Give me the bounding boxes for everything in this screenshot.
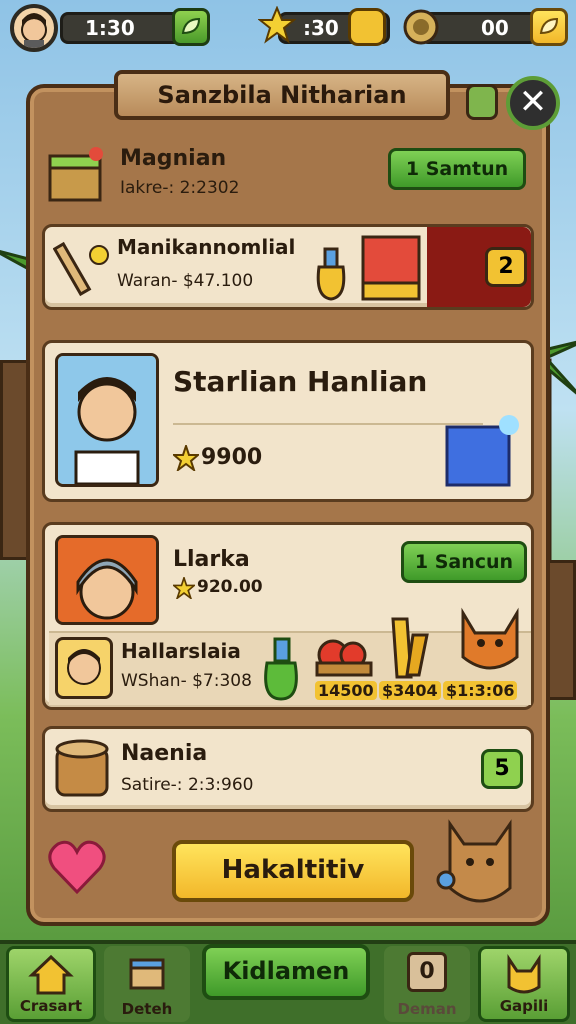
leaf-icon: [539, 17, 559, 35]
star-icon: [258, 6, 296, 44]
price-tag: 14500: [315, 681, 377, 700]
list-item: Magnian Iakre-: 2:2302 1 Samtun: [42, 140, 534, 210]
panel-title: Sanzbila Nitharian: [114, 70, 450, 120]
item-title: Naenia: [121, 741, 208, 766]
nav-item-gapili[interactable]: Gapili: [478, 946, 570, 1022]
fox-icon: [461, 607, 519, 670]
item-subtitle: Waran- $47.100: [117, 271, 254, 291]
star-icon: [173, 577, 195, 599]
hut-right: [546, 560, 576, 700]
gold-bars-icon: [391, 617, 429, 679]
resource-1-value: 1:30: [85, 16, 135, 40]
resource-3-add-button[interactable]: [530, 8, 568, 46]
heart-icon[interactable]: [46, 836, 108, 898]
top-bar: 1:30 :30 00: [8, 4, 568, 52]
house-icon: [28, 954, 74, 995]
price-tag: $3404: [379, 681, 441, 700]
resource-2-value: :30: [303, 16, 339, 40]
item-subtitle: WShan- $7:308: [121, 671, 252, 691]
divider: [173, 423, 483, 425]
claim-button[interactable]: 1 Sancun: [401, 541, 527, 583]
green-potion-icon: [264, 637, 298, 701]
count-badge: 5: [481, 749, 523, 789]
nav-item-kidlamen[interactable]: Kidlamen: [202, 944, 370, 1000]
nav-label: Gapili: [499, 997, 549, 1015]
featured-title: Starlian Hanlian: [173, 365, 428, 398]
item-title: Llarka: [173, 547, 250, 572]
deman-count-badge: 0: [407, 952, 447, 992]
mascot-dog-icon: [436, 819, 512, 903]
item-title: Hallarslaia: [121, 639, 241, 663]
count-badge: 2: [485, 247, 527, 287]
featured-value: 9900: [201, 445, 263, 470]
nav-item-deteh[interactable]: Deteh: [104, 946, 190, 1022]
player-avatar[interactable]: [10, 4, 58, 52]
star-icon: [173, 445, 199, 471]
potion-icon: [316, 247, 346, 301]
group-avatar: [55, 535, 159, 625]
resource-1-add-button[interactable]: [172, 8, 210, 46]
snack-pack-icon: [361, 235, 421, 301]
cake-icon: [129, 958, 165, 990]
fruit-bowl-icon: [315, 639, 373, 677]
nav-item-home[interactable]: Crasart: [6, 946, 96, 1022]
featured-card: Starlian Hanlian 9900: [42, 340, 534, 502]
list-item: Manikannomlial Waran- $47.100 2: [42, 224, 534, 310]
featured-avatar: [55, 353, 159, 487]
nav-item-deman[interactable]: 0 Deman: [384, 946, 470, 1022]
item-value: 920.00: [197, 577, 263, 597]
group-card: Llarka 920.00 1 Sancun Hallarslaia WShan…: [42, 522, 534, 710]
bat-icon: [53, 241, 109, 297]
resource-3-value: 00: [481, 16, 509, 40]
item-subtitle: Iakre-: 2:2302: [120, 178, 240, 198]
item-title: Manikannomlial: [117, 235, 296, 259]
barrel-icon: [55, 739, 109, 797]
primary-action-button[interactable]: Hakaltitiv: [172, 840, 414, 902]
treasure-box-icon: [48, 147, 103, 202]
nav-label: Deman: [397, 1000, 457, 1018]
list-item: Naenia Satire-: 2:3:960 5: [42, 726, 534, 812]
ring-icon: [403, 9, 439, 45]
item-title: Magnian: [120, 146, 227, 171]
close-button[interactable]: ✕: [506, 76, 560, 130]
leaf-icon: [181, 17, 201, 35]
pet-icon: [507, 954, 541, 994]
sub-item-avatar: [55, 637, 113, 699]
coin-bag-icon[interactable]: [348, 8, 386, 46]
nav-label: Deteh: [121, 1000, 173, 1018]
frog-badge-icon: [466, 84, 498, 120]
claim-button[interactable]: 1 Samtun: [388, 148, 526, 190]
nav-label: Crasart: [19, 997, 83, 1015]
sub-item: Hallarslaia WShan- $7:308 14500 $3404 $1…: [49, 607, 531, 705]
price-tag: $1:3:06: [443, 681, 518, 700]
gift-box-icon[interactable]: [441, 411, 525, 491]
close-icon: ✕: [518, 82, 548, 122]
item-subtitle: Satire-: 2:3:960: [121, 775, 254, 795]
